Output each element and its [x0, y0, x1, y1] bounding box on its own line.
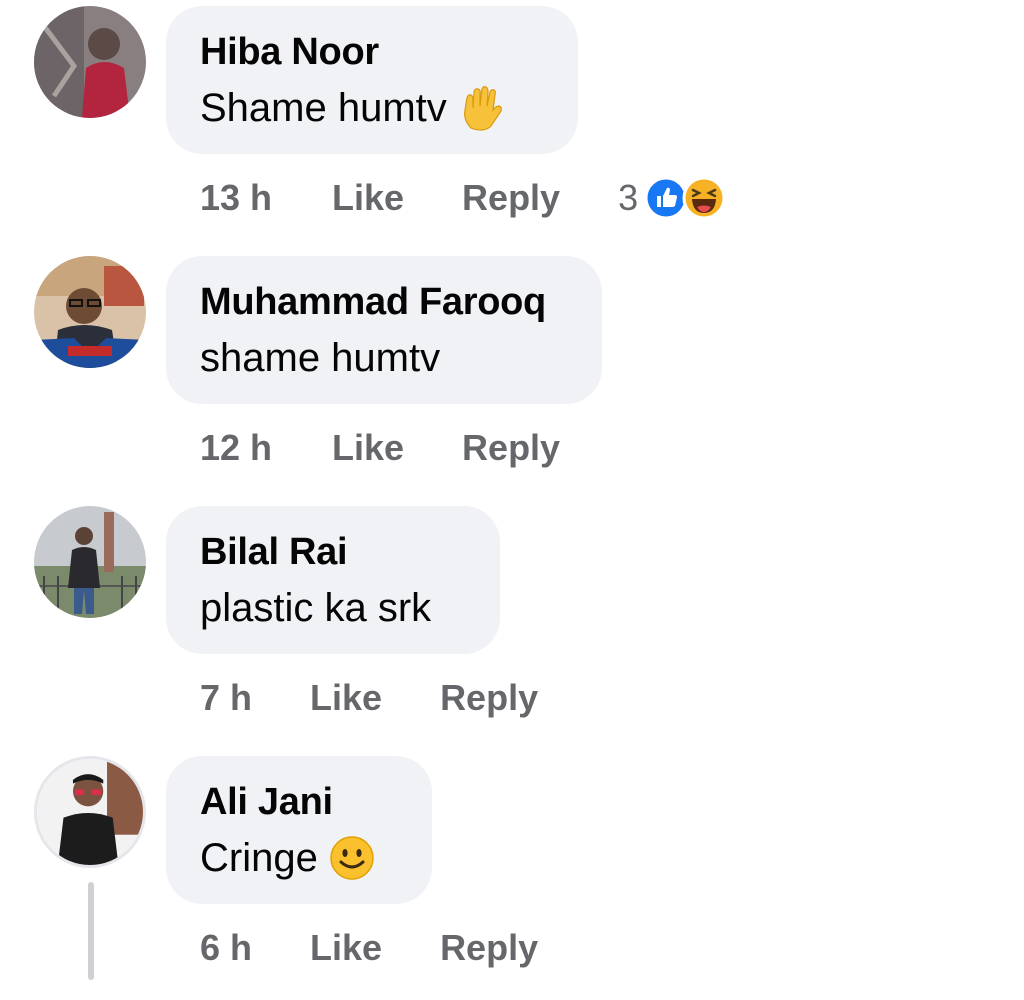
reply-button[interactable]: Reply [462, 177, 560, 219]
like-button[interactable]: Like [310, 927, 382, 969]
reply-thread-line [88, 882, 94, 980]
comment-actions: 6 h Like Reply [200, 920, 538, 976]
comment-bubble: Hiba Noor Shame humtv [166, 6, 578, 154]
comment-text: Shame humtv [200, 86, 447, 130]
like-button[interactable]: Like [310, 677, 382, 719]
like-button[interactable]: Like [332, 177, 404, 219]
reply-button[interactable]: Reply [440, 677, 538, 719]
reaction-count: 3 [618, 177, 639, 218]
comment-text-row: Shame humtv [200, 84, 544, 132]
comment-item: Muhammad Farooq shame humtv 12 h Like Re… [0, 250, 1024, 500]
comment-timestamp[interactable]: 12 h [200, 427, 274, 469]
avatar[interactable] [34, 506, 146, 618]
comment-bubble: Muhammad Farooq shame humtv [166, 256, 602, 404]
comment-bubble: Bilal Rai plastic ka srk [166, 506, 500, 654]
comment-text-row: plastic ka srk [200, 584, 466, 632]
avatar[interactable] [34, 6, 146, 118]
comment-actions: 12 h Like Reply [200, 420, 560, 476]
haha-reaction-icon [682, 176, 726, 220]
comment-text-row: Cringe [200, 834, 398, 882]
avatar-image [34, 256, 146, 368]
comment-bubble: Ali Jani Cringe [166, 756, 432, 904]
comment-item: Hiba Noor Shame humtv 13 h Like Reply 3 [0, 0, 1024, 250]
avatar-image [37, 759, 143, 865]
reply-button[interactable]: Reply [440, 927, 538, 969]
raised-hand-emoji [457, 84, 505, 132]
comment-timestamp[interactable]: 6 h [200, 927, 252, 969]
comment-author[interactable]: Bilal Rai [200, 530, 466, 574]
comment-author[interactable]: Muhammad Farooq [200, 280, 568, 324]
like-button[interactable]: Like [332, 427, 404, 469]
comment-text: plastic ka srk [200, 586, 432, 630]
avatar-image [34, 6, 146, 118]
comment-author[interactable]: Ali Jani [200, 780, 398, 824]
avatar-image [34, 506, 146, 618]
avatar[interactable] [34, 256, 146, 368]
smiling-face-emoji [328, 834, 376, 882]
comment-actions: 13 h Like Reply 3 [200, 170, 726, 226]
avatar[interactable] [34, 756, 146, 868]
comment-author[interactable]: Hiba Noor [200, 30, 544, 74]
comment-item: Ali Jani Cringe 6 h Like Reply [0, 750, 1024, 1000]
comment-timestamp[interactable]: 7 h [200, 677, 252, 719]
comment-timestamp[interactable]: 13 h [200, 177, 274, 219]
comment-actions: 7 h Like Reply [200, 670, 538, 726]
comment-text-row: shame humtv [200, 334, 568, 382]
comment-text: Cringe [200, 836, 318, 880]
comment-item: Bilal Rai plastic ka srk 7 h Like Reply [0, 500, 1024, 750]
comment-text: shame humtv [200, 336, 441, 380]
reactions-summary[interactable]: 3 [618, 176, 726, 220]
reply-button[interactable]: Reply [462, 427, 560, 469]
